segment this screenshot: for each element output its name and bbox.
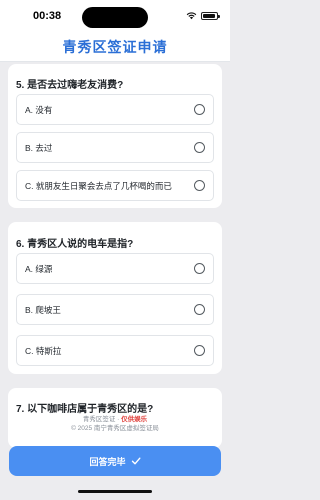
footer-line-2: © 2025 南宁青秀区虚拟签证局 [71,425,159,432]
status-time: 00:38 [33,10,62,22]
battery-icon [201,11,220,20]
radio-icon[interactable] [194,104,205,115]
wifi-icon [186,12,197,20]
status-icons [186,11,220,20]
question-title: 5. 是否去过嗨老友消费? [16,80,124,91]
home-indicator [78,490,152,493]
question-title: 6. 青秀区人说的电车是指? [16,239,134,250]
option-label: A. 没有 [25,104,53,115]
footer-disclaimer: 青秀区签证 · 仅供娱乐 © 2025 南宁青秀区虚拟签证局 [0,415,230,433]
option-label: C. 就朋友生日聚会去点了几杯喝的而已 [25,180,172,191]
option-5a[interactable]: A. 没有 [16,94,214,125]
option-5b[interactable]: B. 去过 [16,132,214,163]
radio-icon[interactable] [194,345,205,356]
footer-prefix: 青秀区签证 · [82,416,122,423]
option-label: B. 去过 [25,142,53,153]
dynamic-island [82,7,148,28]
app-header: 青秀区签证申请 [0,32,230,62]
submit-label: 回答完毕 [89,456,126,467]
radio-icon[interactable] [194,180,205,191]
question-card-5: 5. 是否去过嗨老友消费? A. 没有 B. 去过 C. 就朋友生日聚会去点了几… [8,64,222,208]
option-label: B. 爬坡王 [25,304,61,315]
submit-button[interactable]: 回答完毕 [9,446,221,476]
page-title: 青秀区签证申请 [62,38,168,55]
status-bar: 00:38 [0,0,230,32]
option-label: A. 绿源 [25,263,53,274]
option-6a[interactable]: A. 绿源 [16,253,214,284]
radio-icon[interactable] [194,142,205,153]
question-title: 7. 以下咖啡店属于青秀区的是? [16,404,154,415]
option-6c[interactable]: C. 特斯拉 [16,335,214,366]
footer-line-1: 青秀区签证 · 仅供娱乐 [0,415,230,424]
option-6b[interactable]: B. 爬坡王 [16,294,214,325]
option-5c[interactable]: C. 就朋友生日聚会去点了几杯喝的而已 [16,170,214,201]
option-label: C. 特斯拉 [25,345,62,356]
question-card-6: 6. 青秀区人说的电车是指? A. 绿源 B. 爬坡王 C. 特斯拉 [8,222,222,374]
footer-highlight: 仅供娱乐 [121,416,148,423]
check-icon [131,457,140,465]
radio-icon[interactable] [194,263,205,274]
radio-icon[interactable] [194,304,205,315]
